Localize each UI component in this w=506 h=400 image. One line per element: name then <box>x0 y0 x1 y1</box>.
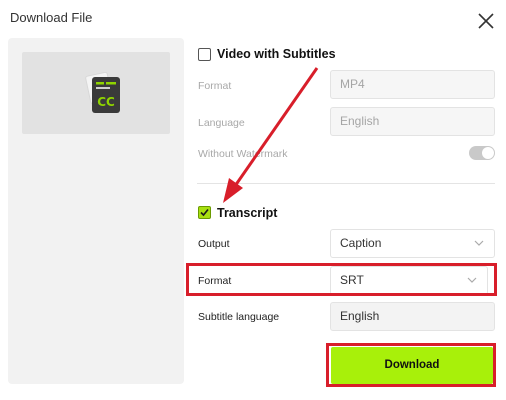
svg-text:CC: CC <box>97 95 115 109</box>
section-divider <box>197 183 495 184</box>
toggle-knob <box>482 147 494 159</box>
video-subtitles-label: Video with Subtitles <box>217 47 336 61</box>
subtitle-language-value: English <box>340 309 380 323</box>
watermark-label: Without Watermark <box>198 148 288 160</box>
transcript-format-select[interactable]: SRT <box>330 266 488 295</box>
video-format-field: MP4 <box>330 70 495 99</box>
close-button[interactable] <box>476 11 496 31</box>
preview-thumbnail: CC <box>22 52 170 134</box>
chevron-down-icon <box>474 240 484 246</box>
closed-captions-icon: CC <box>82 71 122 116</box>
close-icon <box>478 13 494 29</box>
dialog-title: Download File <box>10 10 93 25</box>
subtitle-language-label: Subtitle language <box>198 311 280 323</box>
transcript-format-label: Format <box>198 275 232 287</box>
output-value: Caption <box>340 236 382 250</box>
watermark-toggle[interactable] <box>469 146 495 160</box>
output-label: Output <box>198 238 230 250</box>
video-subtitles-checkbox[interactable] <box>198 48 211 61</box>
video-format-label: Format <box>198 80 232 92</box>
chevron-down-icon <box>467 277 477 283</box>
preview-panel: CC <box>8 38 184 384</box>
transcript-checkbox[interactable] <box>198 206 211 219</box>
output-select[interactable]: Caption <box>330 229 495 258</box>
check-icon <box>200 208 209 217</box>
transcript-format-value: SRT <box>340 273 364 287</box>
transcript-label: Transcript <box>217 206 278 220</box>
video-language-field: English <box>330 107 495 136</box>
video-language-value: English <box>340 114 380 128</box>
video-language-label: Language <box>198 117 245 129</box>
video-format-value: MP4 <box>340 77 365 91</box>
subtitle-language-select[interactable]: English <box>330 302 495 331</box>
download-button[interactable]: Download <box>331 347 493 384</box>
